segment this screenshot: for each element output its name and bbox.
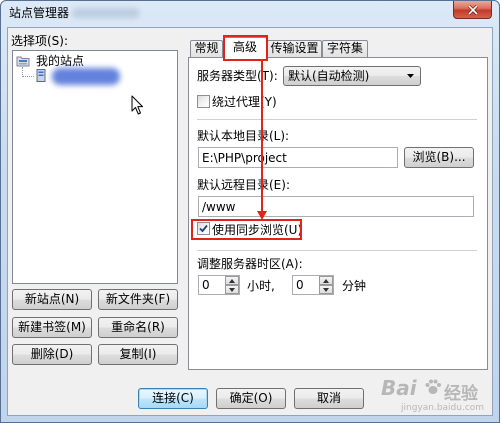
local-dir-input[interactable]	[198, 147, 398, 168]
redacted-site-name	[52, 68, 120, 85]
new-site-button[interactable]: 新站点(N)	[12, 289, 92, 310]
select-entry-label: 选择项(S):	[11, 34, 69, 48]
new-folder-button[interactable]: 新文件夹(F)	[98, 289, 178, 310]
hours-spin-up-button[interactable]	[225, 276, 239, 285]
minutes-spin-down-button[interactable]	[319, 285, 333, 294]
watermark-brand-cn: 经验	[444, 384, 478, 404]
window-title: 站点管理器	[9, 6, 70, 20]
paw-icon	[424, 378, 442, 396]
tab-general[interactable]: 常规	[190, 40, 223, 57]
triangle-down-icon	[323, 288, 329, 292]
site-folder-icon	[16, 54, 30, 67]
delete-button[interactable]: 删除(D)	[12, 344, 92, 365]
hours-spinner[interactable]	[198, 275, 240, 295]
close-button[interactable]	[453, 1, 492, 19]
mouse-cursor-icon	[131, 95, 144, 116]
redacted-title-text	[72, 8, 140, 18]
annotation-box-advanced-tab	[223, 35, 268, 61]
hours-spin-down-button[interactable]	[225, 285, 239, 294]
cancel-button[interactable]: 取消	[294, 388, 364, 409]
connect-button[interactable]: 连接(C)	[138, 388, 208, 409]
browse-button[interactable]: 浏览(B)...	[404, 147, 474, 168]
chevron-down-icon	[407, 74, 414, 78]
tab-charset[interactable]: 字符集	[322, 40, 368, 57]
separator	[197, 119, 477, 121]
separator	[197, 250, 477, 252]
close-icon	[467, 5, 479, 15]
minutes-spin-up-button[interactable]	[319, 276, 333, 285]
tab-transfer-settings[interactable]: 传输设置	[267, 40, 322, 57]
site-tree[interactable]	[12, 50, 178, 284]
triangle-down-icon	[229, 288, 235, 292]
hours-label: 小时,	[247, 279, 275, 293]
server-type-value: 默认(自动检测)	[288, 69, 370, 83]
server-icon[interactable]	[36, 69, 46, 82]
tree-item-my-sites[interactable]: 我的站点	[36, 54, 84, 68]
minutes-spinner[interactable]	[292, 275, 334, 295]
bypass-proxy-label[interactable]: 绕过代理(Y)	[212, 95, 277, 109]
new-bookmark-button[interactable]: 新建书签(M)	[12, 317, 92, 338]
timezone-label: 调整服务器时区(A):	[197, 257, 303, 271]
ok-button[interactable]: 确定(O)	[216, 388, 286, 409]
remote-dir-label: 默认远程目录(E):	[197, 178, 290, 192]
copy-button[interactable]: 复制(I)	[98, 344, 178, 365]
watermark-brand: Bai	[381, 376, 417, 400]
rename-button[interactable]: 重命名(R)	[98, 317, 178, 338]
server-type-dropdown[interactable]: 默认(自动检测)	[283, 66, 421, 86]
triangle-up-icon	[323, 279, 329, 283]
annotation-box-sync-browse	[191, 219, 302, 240]
local-dir-label: 默认本地目录(L):	[197, 129, 290, 143]
watermark-url: jingyan.baidu.com	[401, 403, 485, 413]
server-type-label: 服务器类型(T):	[197, 69, 278, 83]
minutes-label: 分钟	[342, 279, 367, 293]
bypass-proxy-checkbox[interactable]	[197, 95, 210, 108]
triangle-up-icon	[229, 279, 235, 283]
remote-dir-input[interactable]	[198, 196, 474, 217]
tree-connector-line	[22, 67, 34, 77]
